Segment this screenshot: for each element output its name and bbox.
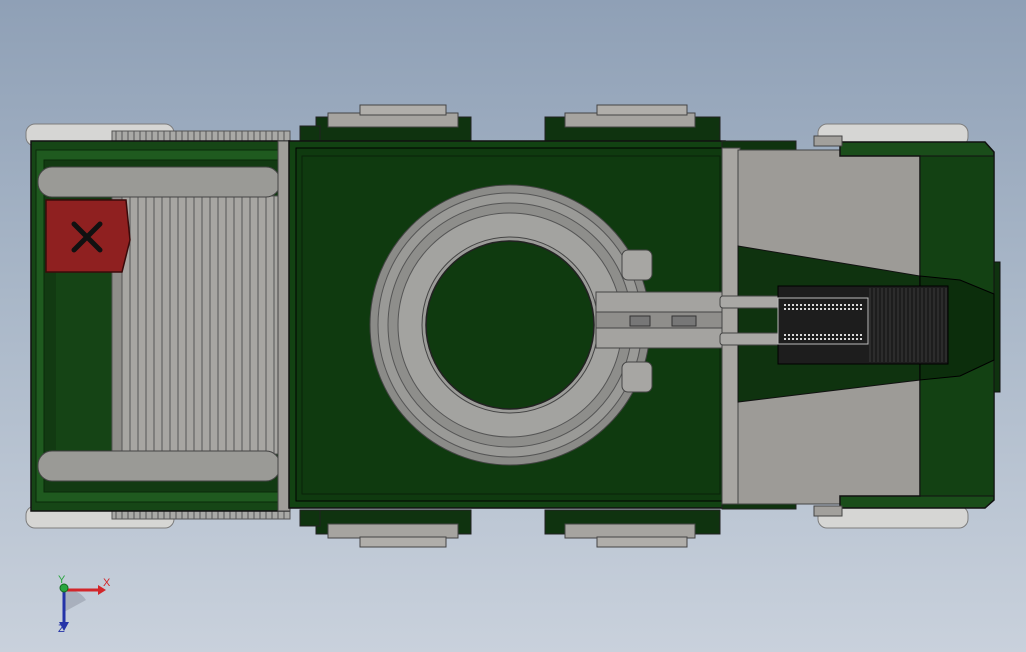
- front-grille[interactable]: [777, 285, 949, 365]
- front-light-right: [813, 505, 843, 517]
- fuel-tank[interactable]: [45, 199, 131, 273]
- axis-triad: X Y Z: [58, 574, 111, 635]
- z-axis-label: Z: [58, 623, 65, 635]
- x-axis-label: X: [103, 577, 111, 589]
- 3d-viewport[interactable]: X Y Z: [0, 0, 1026, 652]
- front-light-left: [813, 135, 843, 147]
- vehicle-model-top-view[interactable]: X Y Z: [0, 0, 1026, 652]
- y-axis-label: Y: [58, 574, 66, 586]
- rear-bed: [30, 140, 291, 512]
